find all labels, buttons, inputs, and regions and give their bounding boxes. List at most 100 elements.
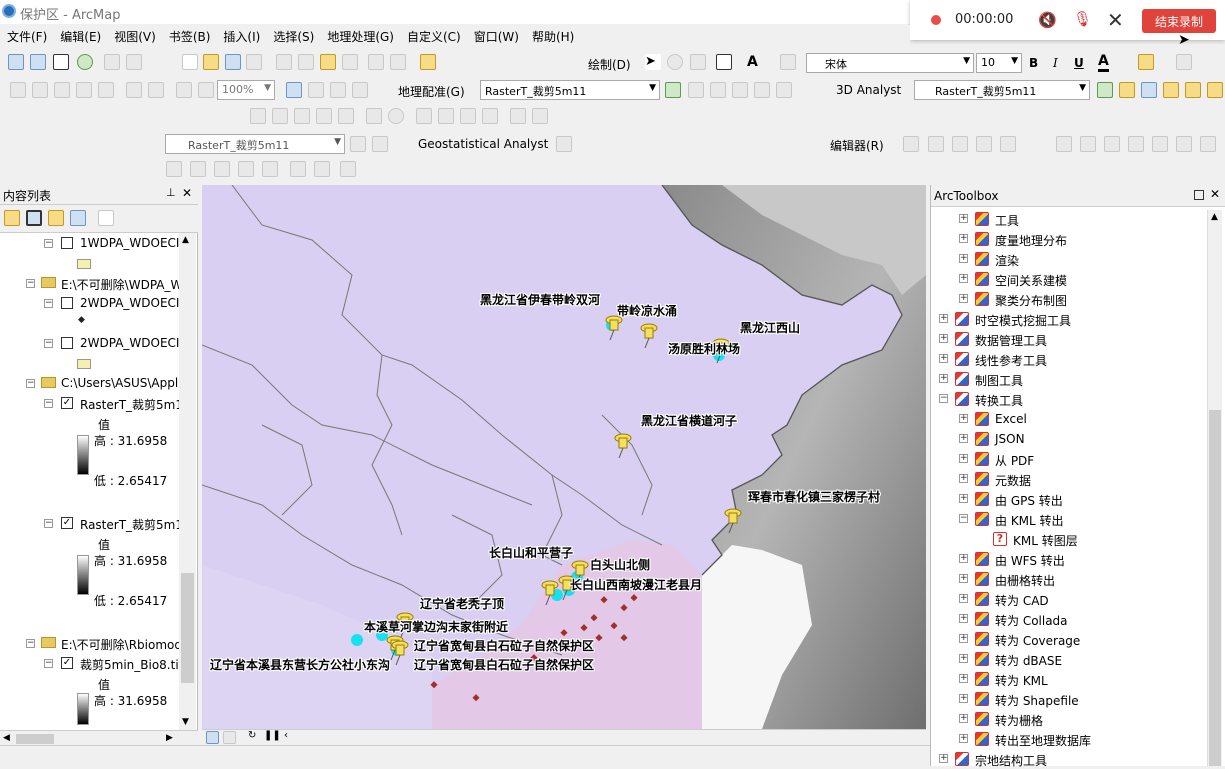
close-icon[interactable]: ✕ bbox=[182, 186, 192, 200]
collapse-icon[interactable]: − bbox=[44, 239, 53, 248]
layer-name[interactable]: 2WDPA_WDOECI bbox=[80, 336, 179, 350]
tool-icon[interactable] bbox=[438, 108, 454, 124]
tool-icon[interactable] bbox=[338, 108, 354, 124]
line-icon[interactable] bbox=[780, 54, 796, 70]
print-icon[interactable] bbox=[246, 54, 262, 70]
fixed-zoom-in-icon[interactable] bbox=[104, 54, 120, 70]
3d-analyst-layer-select[interactable]: RasterT_裁剪5m11 ▼ bbox=[914, 80, 1090, 100]
save-icon[interactable] bbox=[225, 54, 241, 70]
toolbox-item[interactable]: + 由 GPS 转出 bbox=[931, 490, 1208, 508]
expand-icon[interactable]: + bbox=[959, 574, 968, 583]
menu-selection[interactable]: 选择(S) bbox=[266, 25, 320, 45]
tool-icon[interactable] bbox=[32, 82, 48, 98]
toolbox-item[interactable]: + 度量地理分布 bbox=[931, 230, 1208, 248]
delete-icon[interactable] bbox=[342, 54, 358, 70]
tool-icon[interactable] bbox=[166, 161, 182, 177]
tool-icon[interactable] bbox=[366, 108, 382, 124]
group-name[interactable]: E:\不可删除\WDPA_W bbox=[61, 276, 182, 293]
arctoolbox-scrollbar[interactable]: ▲ bbox=[1207, 210, 1222, 766]
expand-icon[interactable]: + bbox=[959, 614, 968, 623]
expand-icon[interactable]: + bbox=[939, 314, 948, 323]
menu-edit[interactable]: 编辑(E) bbox=[53, 25, 107, 45]
redo-icon[interactable] bbox=[390, 54, 406, 70]
scroll-left-icon[interactable]: ‹ bbox=[284, 730, 288, 741]
toolbox-item[interactable]: + 空间关系建模 bbox=[931, 270, 1208, 288]
underline-button[interactable]: U bbox=[1074, 56, 1084, 70]
tool-icon[interactable] bbox=[928, 136, 944, 152]
font-name-select[interactable]: 宋体 ▼ bbox=[806, 53, 974, 73]
toolbox-item[interactable]: + 聚类分布制图 bbox=[931, 290, 1208, 308]
expand-icon[interactable]: + bbox=[939, 354, 948, 363]
tool-icon[interactable] bbox=[416, 108, 432, 124]
menu-help[interactable]: 帮助(H) bbox=[525, 25, 580, 45]
toolbox-item[interactable]: + JSON bbox=[931, 430, 1208, 448]
tool-icon[interactable] bbox=[532, 108, 548, 124]
menu-customize[interactable]: 自定义(C) bbox=[400, 25, 467, 45]
tool-icon[interactable] bbox=[388, 108, 404, 124]
layer-name[interactable]: RasterT_裁剪5m1 bbox=[80, 516, 183, 533]
toolbox-item[interactable]: + Excel bbox=[931, 410, 1208, 428]
list-by-drawing-order-icon[interactable] bbox=[4, 210, 20, 226]
tool-icon[interactable] bbox=[330, 82, 346, 98]
edit-tool-icon[interactable] bbox=[903, 136, 919, 152]
tool-icon[interactable] bbox=[1119, 82, 1135, 98]
layer-checkbox[interactable]: ✓ bbox=[61, 657, 73, 669]
expand-icon[interactable]: + bbox=[959, 694, 968, 703]
collapse-icon[interactable]: − bbox=[44, 339, 53, 348]
map-view[interactable]: 黑龙江省伊春带岭双河 带岭凉水涌 黑龙江西山 汤原胜利林场 黑龙江省横道河子 珲… bbox=[202, 185, 926, 729]
georef-layer-select[interactable]: RasterT_裁剪5m11 ▼ bbox=[480, 80, 660, 100]
layer-checkbox[interactable]: ✓ bbox=[61, 397, 73, 409]
expand-icon[interactable]: + bbox=[959, 414, 968, 423]
tool-icon[interactable] bbox=[250, 108, 266, 124]
layer-checkbox[interactable]: ✓ bbox=[61, 517, 73, 529]
close-icon[interactable]: ✕ bbox=[1210, 187, 1220, 201]
zoom-in-icon[interactable] bbox=[8, 54, 24, 70]
tool-icon[interactable] bbox=[732, 82, 748, 98]
tool-icon[interactable] bbox=[148, 82, 164, 98]
pause-drawing-icon[interactable]: ❚❚ bbox=[264, 730, 281, 741]
toolbox-item[interactable]: + 制图工具 bbox=[931, 370, 1208, 388]
expand-icon[interactable]: + bbox=[939, 334, 948, 343]
options-icon[interactable] bbox=[98, 210, 114, 226]
close-icon[interactable]: ✕ bbox=[1107, 8, 1124, 32]
expand-icon[interactable]: + bbox=[959, 594, 968, 603]
rotate-icon[interactable] bbox=[667, 54, 683, 70]
layout-view-icon[interactable] bbox=[223, 731, 236, 744]
full-extent-icon[interactable] bbox=[77, 54, 93, 70]
collapse-icon[interactable]: − bbox=[26, 279, 35, 288]
expand-icon[interactable]: + bbox=[959, 454, 968, 463]
expand-icon[interactable]: + bbox=[939, 374, 948, 383]
undo-icon[interactable] bbox=[368, 54, 384, 70]
list-by-visibility-icon[interactable] bbox=[48, 210, 64, 226]
zoom-select[interactable]: 100% ▼ bbox=[217, 80, 275, 100]
toolbox-item[interactable]: + 工具 bbox=[931, 210, 1208, 228]
geostatistical-analyst-menu[interactable]: Geostatistical Analyst bbox=[418, 137, 548, 151]
tool-icon[interactable] bbox=[198, 82, 214, 98]
tool-icon[interactable] bbox=[482, 108, 498, 124]
zoom-whole-page-icon[interactable] bbox=[690, 54, 706, 70]
new-document-icon[interactable] bbox=[182, 54, 198, 70]
expand-icon[interactable]: + bbox=[939, 754, 948, 763]
collapse-icon[interactable]: − bbox=[44, 399, 53, 408]
tool-icon[interactable] bbox=[1104, 136, 1120, 152]
tool-icon[interactable] bbox=[262, 161, 278, 177]
expand-icon[interactable]: + bbox=[959, 714, 968, 723]
group-name[interactable]: C:\Users\ASUS\Appl bbox=[61, 376, 178, 390]
layer-checkbox[interactable] bbox=[61, 297, 73, 309]
tool-icon[interactable] bbox=[308, 82, 324, 98]
toolbox-item[interactable]: + 转出至地理数据库 bbox=[931, 730, 1208, 748]
tool-icon[interactable] bbox=[10, 82, 26, 98]
toolbox-item[interactable]: − 由 KML 转出 bbox=[931, 510, 1208, 528]
collapse-icon[interactable]: − bbox=[44, 299, 53, 308]
toolbox-item[interactable]: + 转为 CAD bbox=[931, 590, 1208, 608]
list-by-source-icon[interactable] bbox=[26, 210, 42, 226]
expand-icon[interactable]: + bbox=[959, 634, 968, 643]
collapse-icon[interactable]: − bbox=[959, 514, 968, 523]
toolbox-item[interactable]: + 转为 dBASE bbox=[931, 650, 1208, 668]
histogram-icon[interactable] bbox=[372, 136, 388, 152]
toolbox-item[interactable]: + 渲染 bbox=[931, 250, 1208, 268]
menu-file[interactable]: 文件(F) bbox=[0, 25, 53, 45]
tool-icon[interactable] bbox=[460, 108, 476, 124]
layer-checkbox[interactable] bbox=[61, 337, 73, 349]
toolbox-item[interactable]: + 元数据 bbox=[931, 470, 1208, 488]
